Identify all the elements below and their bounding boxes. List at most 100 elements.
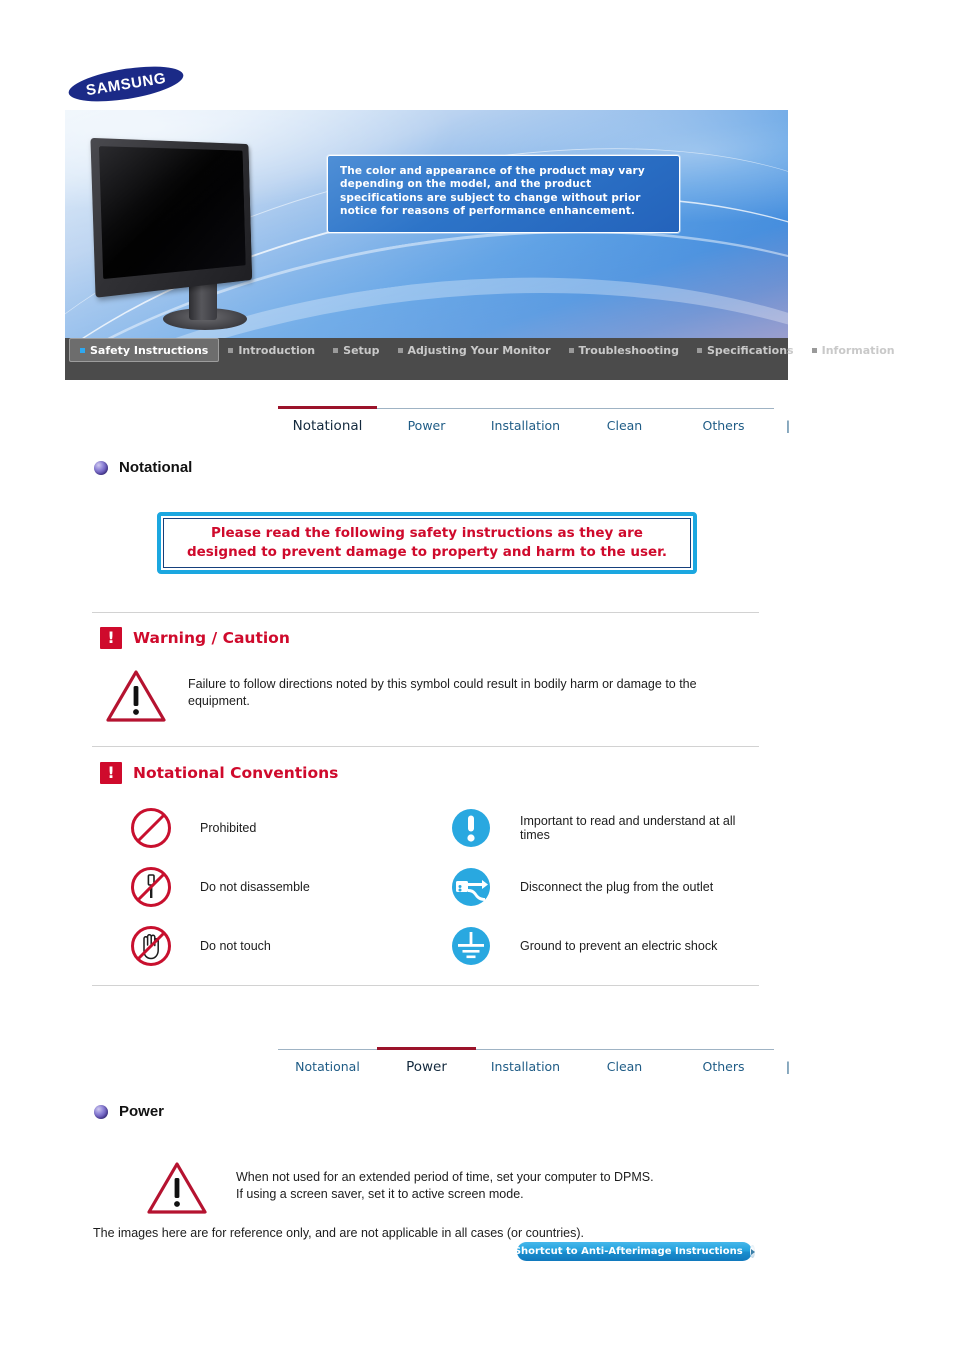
samsung-logo: SAMSUNG — [66, 60, 186, 108]
tab-power[interactable]: Power — [377, 409, 476, 444]
bullet-orb-icon — [94, 460, 108, 475]
reference-note-text: The images here are for reference only, … — [93, 1226, 584, 1240]
tab-clean[interactable]: Clean — [575, 409, 674, 444]
conventions-label: Important to read and understand at all … — [520, 813, 736, 842]
lcd-monitor-illustration — [85, 132, 345, 332]
logo-wordmark: SAMSUNG — [84, 69, 168, 99]
bullet-orb-icon — [94, 1104, 108, 1119]
nav-bullet-icon — [568, 347, 574, 353]
monitor-screen-gloss — [98, 146, 246, 280]
subtabs-container: Notational Power Installation Clean Othe… — [278, 1047, 790, 1085]
power-warning-line1: When not used for an extended period of … — [236, 1170, 654, 1184]
nav-label: Specifications — [707, 343, 794, 357]
tab-notational[interactable]: Notational — [278, 406, 377, 444]
conventions-label: Do not touch — [200, 938, 271, 953]
main-navigation-bar: Safety Instructions Introduction Setup A… — [65, 338, 895, 380]
product-disclaimer-text: The color and appearance of the product … — [340, 165, 645, 218]
tab-notational[interactable]: Notational — [278, 1050, 377, 1085]
important-exclamation-icon — [448, 805, 494, 851]
divider-rule — [92, 612, 759, 613]
tab-installation[interactable]: Installation — [476, 409, 575, 444]
nav-item-adjusting-your-monitor[interactable]: Adjusting Your Monitor — [389, 338, 560, 362]
exclamation-icon: ! — [100, 627, 122, 649]
safety-notice-line1: Please read the following safety instruc… — [211, 525, 643, 541]
notational-conventions-heading: ! Notational Conventions — [100, 762, 338, 784]
exclamation-icon: ! — [100, 762, 122, 784]
divider-rule — [92, 985, 759, 986]
conventions-cell-left: Do not touch — [128, 923, 448, 969]
nav-item-specifications[interactable]: Specifications — [688, 338, 803, 362]
nav-bullet-icon — [397, 347, 403, 353]
play-arrow-icon — [749, 1245, 756, 1258]
conventions-icon-grid: Prohibited Important to read and underst… — [128, 798, 768, 975]
monitor-screen — [98, 146, 246, 280]
nav-item-information[interactable]: Information — [803, 338, 904, 362]
warning-triangle-icon — [105, 668, 167, 724]
nav-bullet-icon — [697, 347, 702, 353]
conventions-label: Prohibited — [200, 820, 257, 835]
tab-others[interactable]: Others — [674, 409, 773, 444]
subtab-bar-power: Notational Power Installation Clean Othe… — [278, 1047, 790, 1085]
nav-bullet-icon — [333, 347, 339, 353]
shortcut-anti-afterimage-button[interactable]: Shortcut to Anti-Afterimage Instructions — [513, 1242, 756, 1261]
shortcut-label: Shortcut to Anti-Afterimage Instructions — [513, 1246, 743, 1257]
nav-items-container: Safety Instructions Introduction Setup A… — [65, 338, 895, 362]
conventions-cell-right: Important to read and understand at all … — [448, 805, 768, 851]
conventions-cell-right: Ground to prevent an electric shock — [448, 923, 768, 969]
do-not-touch-icon — [128, 923, 174, 969]
nav-label: Troubleshooting — [578, 343, 679, 357]
safety-notice-inner: Please read the following safety instruc… — [163, 518, 691, 568]
nav-label: Safety Instructions — [90, 343, 209, 357]
tab-clean[interactable]: Clean — [575, 1050, 674, 1085]
tab-power[interactable]: Power — [377, 1047, 476, 1085]
conventions-cell-left: Do not disassemble — [128, 864, 448, 910]
prohibited-icon — [128, 805, 174, 851]
conventions-row: Do not disassemble Disconnect the plug f… — [128, 857, 768, 916]
nav-bullet-icon — [811, 347, 817, 353]
product-disclaimer-box: The color and appearance of the product … — [327, 155, 680, 233]
conventions-row: Do not touch Ground to prevent an electr… — [128, 916, 768, 975]
nav-item-setup[interactable]: Setup — [324, 338, 388, 362]
safety-notice-text: Please read the following safety instruc… — [187, 524, 667, 562]
conventions-label: Do not disassemble — [200, 879, 310, 894]
notational-conventions-label: Notational Conventions — [133, 764, 339, 782]
do-not-disassemble-icon — [128, 864, 174, 910]
nav-item-introduction[interactable]: Introduction — [219, 338, 324, 362]
safety-notice-line2: designed to prevent damage to property a… — [186, 544, 668, 560]
conventions-cell-right: Disconnect the plug from the outlet — [448, 864, 768, 910]
tab-overflow-partial[interactable]: | — [773, 1050, 803, 1085]
warning-description-text: Failure to follow directions noted by th… — [188, 677, 697, 708]
warning-triangle-icon — [146, 1160, 208, 1216]
nav-label: Introduction — [238, 343, 316, 357]
section-heading-power: Power — [94, 1103, 164, 1120]
safety-notice-box: Please read the following safety instruc… — [157, 512, 697, 574]
power-warning-line2: If using a screen saver, set it to activ… — [236, 1186, 524, 1201]
monitor-body — [90, 137, 253, 298]
section-title: Notational — [119, 459, 193, 476]
divider-rule — [92, 746, 759, 747]
nav-label: Adjusting Your Monitor — [407, 343, 551, 357]
nav-item-troubleshooting[interactable]: Troubleshooting — [560, 338, 688, 362]
nav-item-safety-instructions[interactable]: Safety Instructions — [69, 338, 220, 362]
conventions-row: Prohibited Important to read and underst… — [128, 798, 768, 857]
conventions-label: Disconnect the plug from the outlet — [520, 879, 714, 894]
nav-label: Setup — [343, 343, 380, 357]
tab-overflow-partial[interactable]: | — [773, 409, 803, 444]
disconnect-plug-icon — [448, 864, 494, 910]
subtab-bar-notational: Notational Power Installation Clean Othe… — [278, 406, 790, 444]
conventions-cell-left: Prohibited — [128, 805, 448, 851]
hero-banner: The color and appearance of the product … — [65, 110, 788, 340]
conventions-label: Ground to prevent an electric shock — [520, 938, 718, 953]
tab-installation[interactable]: Installation — [476, 1050, 575, 1085]
subtabs-container: Notational Power Installation Clean Othe… — [278, 406, 790, 444]
nav-label: Information — [821, 343, 895, 357]
tab-others[interactable]: Others — [674, 1050, 773, 1085]
warning-caution-heading: ! Warning / Caution — [100, 627, 290, 649]
power-warning-text: When not used for an extended period of … — [236, 1169, 756, 1202]
ground-earth-icon — [448, 923, 494, 969]
nav-bullet-icon — [228, 347, 234, 353]
nav-bullet-icon — [80, 347, 85, 353]
warning-caution-label: Warning / Caution — [133, 629, 290, 647]
manual-page: SAMSUNG The color and appearance of the … — [0, 0, 954, 1351]
section-title: Power — [119, 1103, 165, 1120]
